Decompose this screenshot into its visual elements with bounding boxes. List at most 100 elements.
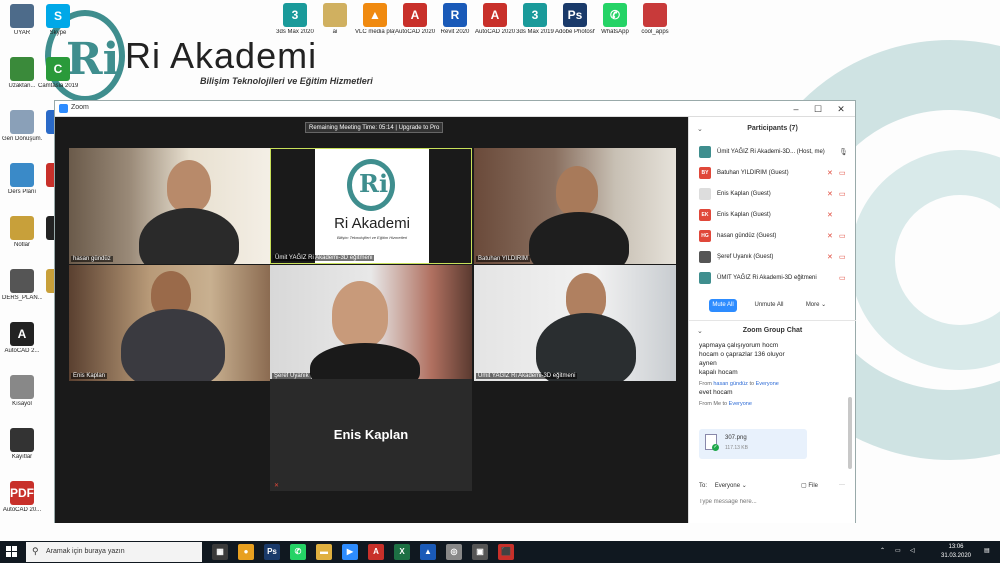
desktop-icon[interactable]: C Camtasia 2019 bbox=[38, 57, 78, 90]
participant-row[interactable]: BY Batuhan YILDIRIM (Guest) ✕ ▭ bbox=[689, 163, 856, 184]
close-icon[interactable]: ✕ bbox=[830, 102, 852, 116]
participant-row[interactable]: Şeref Uyanık (Guest) ✕ ▭ bbox=[689, 247, 856, 268]
taskbar-app-icon[interactable]: ◎ bbox=[446, 544, 462, 560]
avatar: EK bbox=[699, 209, 711, 221]
video-tile[interactable]: Enis Kaplan bbox=[69, 265, 271, 381]
desktop-icon[interactable]: Uzaktan... bbox=[2, 57, 42, 90]
taskbar-app-icon[interactable]: ▲ bbox=[420, 544, 436, 560]
video-tile[interactable]: Batuhan YILDIRIM bbox=[474, 148, 676, 264]
chat-message: yapmaya çalışıyorum hocm bbox=[699, 342, 779, 349]
tray-chevron-icon[interactable]: ⌃ bbox=[880, 547, 885, 554]
desktop-icon-label: WhatsApp bbox=[601, 29, 629, 35]
desktop-icon[interactable]: DERS_PLAN... bbox=[2, 269, 42, 302]
notifications-icon[interactable]: ▤ bbox=[984, 547, 990, 554]
desktop-icon[interactable]: Kısayol bbox=[2, 375, 42, 408]
desktop-icon[interactable]: Geri Dönüşüm... bbox=[2, 110, 42, 143]
muted-mic-icon[interactable]: ✕ bbox=[827, 190, 833, 198]
file-button[interactable]: ▢ File bbox=[801, 482, 818, 489]
start-button[interactable] bbox=[6, 546, 18, 558]
taskbar-app-icon[interactable]: Ps bbox=[264, 544, 280, 560]
desktop-icon[interactable]: Notlar bbox=[2, 216, 42, 249]
participant-row[interactable]: Enis Kaplan (Guest) ✕ ▭ bbox=[689, 184, 856, 205]
desktop-icon[interactable]: cool_apps bbox=[635, 3, 675, 36]
taskbar-app-icon[interactable]: ▣ bbox=[472, 544, 488, 560]
taskbar-app-icon[interactable]: ✆ bbox=[290, 544, 306, 560]
desktop-icon-label: 3ds Max 2019 bbox=[516, 29, 554, 35]
chat-recipient-selector[interactable]: To: Everyone ⌄ bbox=[699, 482, 747, 489]
meeting-timer[interactable]: Remaining Meeting Time: 05:14 | Upgrade … bbox=[305, 122, 444, 133]
minimize-icon[interactable]: – bbox=[785, 102, 807, 116]
desktop-icon[interactable]: PDF AutoCAD 20... bbox=[2, 481, 42, 514]
file-size: 117.13 KB bbox=[725, 445, 748, 451]
chat-message-input[interactable] bbox=[699, 496, 844, 507]
desktop-icon-label: UYAR bbox=[13, 30, 31, 36]
video-tile[interactable]: hasan gündüz bbox=[69, 148, 271, 264]
maximize-icon[interactable]: ☐ bbox=[807, 102, 829, 116]
video-tile-active[interactable]: Ri Ri Akademi Bilişim Teknolojileri ve E… bbox=[270, 148, 472, 264]
chat-scrollbar[interactable] bbox=[848, 397, 852, 469]
desktop-icon[interactable]: Ps Adobe Photosh... bbox=[555, 3, 595, 36]
participant-row[interactable]: HG hasan gündüz (Guest) ✕ ▭ bbox=[689, 226, 856, 247]
desktop-icon[interactable]: ✆ WhatsApp bbox=[595, 3, 635, 36]
video-tile-no-video[interactable]: Enis Kaplan ✕ bbox=[270, 379, 472, 491]
desktop-icon[interactable]: Kayıtlar bbox=[2, 428, 42, 461]
muted-mic-icon[interactable]: ✕ bbox=[827, 232, 833, 240]
taskbar-app-icon[interactable]: X bbox=[394, 544, 410, 560]
taskbar-search[interactable]: ⚲ Aramak için buraya yazın bbox=[26, 542, 202, 562]
more-button[interactable]: More ⌄ bbox=[801, 299, 831, 312]
chat-recipient[interactable]: Everyone bbox=[729, 401, 752, 407]
tile-name: Batuhan YILDIRIM bbox=[476, 256, 530, 262]
participant-row[interactable]: EK Enis Kaplan (Guest) ✕ bbox=[689, 205, 856, 226]
taskbar-app-icon[interactable]: ▬ bbox=[316, 544, 332, 560]
participant-row[interactable]: Ümit YAĞIZ Ri Akademi-3D... (Host, me) 🎙︎ bbox=[689, 142, 856, 163]
desktop-icon[interactable]: S Skype bbox=[38, 4, 78, 37]
taskbar-app-icon[interactable]: A bbox=[368, 544, 384, 560]
participant-row[interactable]: ÜMIT YAĞIZ Ri Akademi-3D eğitmeni ▭ bbox=[689, 268, 856, 289]
file-name: 307.png bbox=[725, 435, 747, 441]
video-tile[interactable]: Ümit YAĞIZ Ri Akademi-3D eğitmeni bbox=[474, 265, 676, 381]
logo-subtitle: Bilişim Teknolojileri ve Eğitim Hizmetle… bbox=[336, 235, 408, 240]
more-options-icon[interactable]: ··· bbox=[839, 482, 845, 488]
video-off-icon[interactable]: ▭ bbox=[839, 190, 846, 198]
desktop-icon[interactable]: ▲ VLC media player bbox=[355, 3, 395, 36]
desktop-icon[interactable]: A AutoCAD 2... bbox=[2, 322, 42, 355]
participant-face bbox=[556, 166, 598, 216]
recipient-value: Everyone bbox=[714, 483, 741, 489]
chat-sender[interactable]: hasan gündüz bbox=[713, 381, 748, 387]
muted-mic-icon[interactable]: ✕ bbox=[827, 169, 833, 177]
taskbar-app-icon[interactable]: ▦ bbox=[212, 544, 228, 560]
volume-icon[interactable]: ◁ bbox=[910, 547, 915, 554]
file-button-label: File bbox=[808, 483, 819, 489]
mic-icon[interactable]: 🎙︎ bbox=[839, 148, 848, 156]
desktop-icon[interactable]: Ders Planı bbox=[2, 163, 42, 196]
desktop-icon[interactable]: UYAR bbox=[2, 4, 42, 37]
desktop-icon-label: Kayıtlar bbox=[11, 454, 33, 460]
video-off-icon[interactable]: ▭ bbox=[839, 253, 846, 261]
video-off-icon[interactable]: ▭ bbox=[839, 274, 846, 282]
muted-mic-icon[interactable]: ✕ bbox=[827, 211, 833, 219]
desktop-icon[interactable]: 3 3ds Max 2019 bbox=[515, 3, 555, 36]
taskbar-app-icon[interactable]: ● bbox=[238, 544, 254, 560]
participant-name: Enis Kaplan (Guest) bbox=[717, 191, 771, 197]
mute-all-button[interactable]: Mute All bbox=[709, 299, 737, 312]
taskbar-app-icon[interactable]: ▶ bbox=[342, 544, 358, 560]
desktop-icon[interactable]: ai bbox=[315, 3, 355, 36]
video-tile[interactable]: Şeref Uyanık bbox=[270, 265, 472, 381]
unmute-all-button[interactable]: Unmute All bbox=[749, 299, 789, 312]
video-off-icon[interactable]: ▭ bbox=[839, 232, 846, 240]
desktop-icon[interactable]: A AutoCAD 2020 - Türkçe bbox=[395, 3, 435, 36]
desktop-icon[interactable]: R Revit 2020 bbox=[435, 3, 475, 36]
desktop-icon[interactable]: 3 3ds Max 2020 bbox=[275, 3, 315, 36]
app-icon bbox=[10, 216, 34, 240]
network-icon[interactable]: ▭ bbox=[895, 547, 901, 554]
video-off-icon[interactable]: ▭ bbox=[839, 169, 846, 177]
desktop-icon[interactable]: A AutoCAD 2020 bbox=[475, 3, 515, 36]
zoom-titlebar[interactable]: Zoom – ☐ ✕ bbox=[55, 101, 855, 117]
participant-body bbox=[121, 309, 225, 381]
chat-recipient[interactable]: Everyone bbox=[756, 381, 779, 387]
muted-mic-icon[interactable]: ✕ bbox=[827, 253, 833, 261]
taskbar-app-icon[interactable]: ⬛ bbox=[498, 544, 514, 560]
taskbar-clock[interactable]: 13:06 31.03.2020 bbox=[934, 543, 978, 561]
chat-file-card[interactable]: ✓ 307.png 117.13 KB bbox=[699, 429, 807, 459]
app-icon bbox=[10, 269, 34, 293]
